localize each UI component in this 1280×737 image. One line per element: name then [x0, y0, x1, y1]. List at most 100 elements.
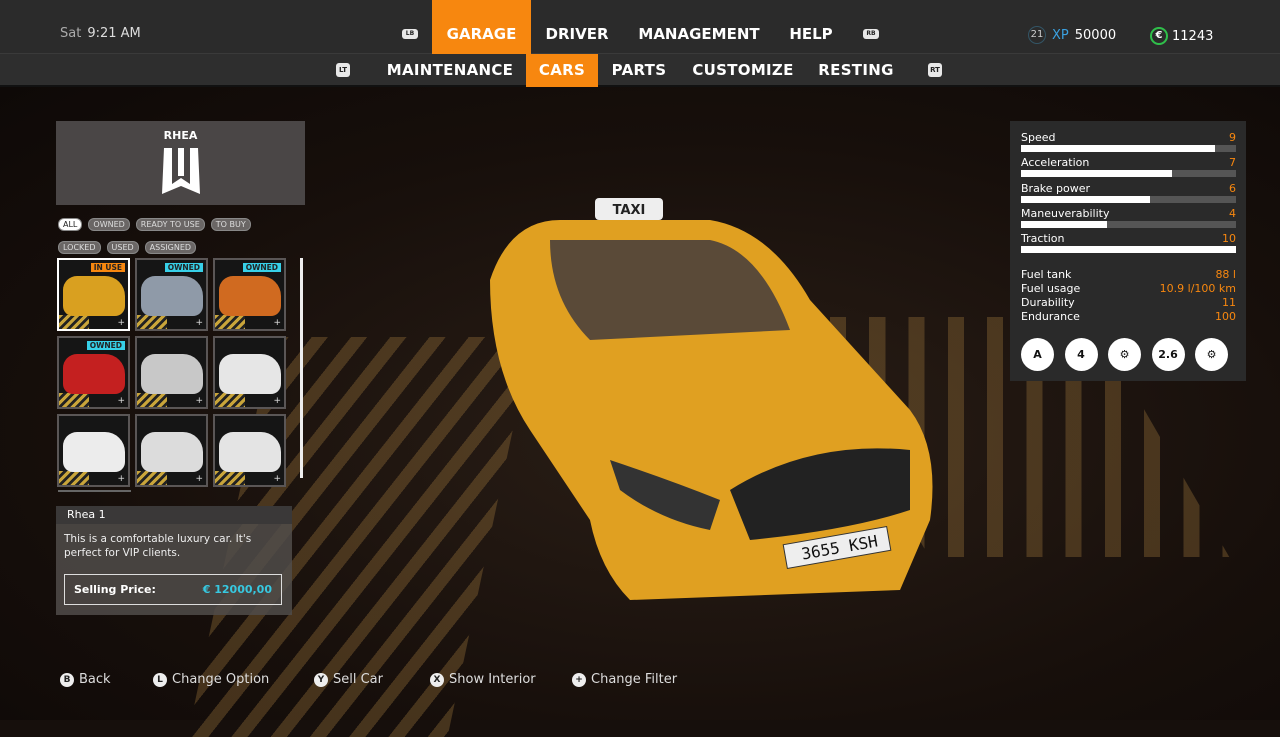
car-tile[interactable]: OWNED + [213, 258, 286, 331]
tab-driver[interactable]: DRIVER [538, 0, 616, 54]
filter-owned[interactable]: OWNED [88, 218, 130, 231]
stat-value: 6 [1229, 181, 1236, 195]
stat-value: 7 [1229, 156, 1236, 170]
floor-stripes [59, 393, 89, 407]
tab-help[interactable]: HELP [782, 0, 840, 54]
engine-icon: ⚙ [1195, 338, 1228, 371]
hint-label: Back [79, 672, 111, 687]
stat-traction: Traction 10 [1021, 232, 1236, 254]
tab-management[interactable]: MANAGEMENT [630, 0, 768, 54]
stat-brake-power: Brake power 6 [1021, 182, 1236, 203]
car-tile[interactable]: + [135, 336, 208, 409]
floor-stripes [59, 471, 89, 485]
b-button-icon: B [60, 672, 74, 687]
car-tile[interactable]: + [57, 414, 130, 487]
car-tile[interactable]: OWNED + [135, 258, 208, 331]
y-button-icon: Y [314, 672, 328, 687]
floor-stripes [215, 393, 245, 407]
car-tile[interactable]: IN USE + [57, 258, 130, 331]
floor-stripes [215, 471, 245, 485]
hint-label: Show Interior [449, 672, 536, 687]
hint-change-filter[interactable]: + Change Filter [572, 672, 677, 687]
subtab-maintenance[interactable]: MAINTENANCE [380, 54, 520, 87]
lt-button-icon[interactable]: LT [336, 63, 350, 77]
status-badge: OWNED [242, 263, 281, 272]
subtab-resting[interactable]: RESTING [812, 54, 900, 87]
spec-value: 10.9 l/100 km [1159, 282, 1236, 295]
subtab-parts[interactable]: PARTS [604, 54, 674, 87]
car-info-panel: Rhea 1 This is a comfortable luxury car.… [56, 506, 292, 615]
filter-used[interactable]: USED [106, 241, 139, 254]
rt-button-icon[interactable]: RT [928, 63, 942, 77]
stat-bar-fill [1021, 246, 1236, 254]
plus-icon: + [273, 474, 281, 484]
stat-value: 4 [1229, 206, 1236, 220]
floor-stripes [137, 315, 167, 329]
floor-stripes [137, 393, 167, 407]
floor-stripes [137, 471, 167, 485]
subtab-cars[interactable]: CARS [526, 54, 598, 87]
scrollbar[interactable] [300, 258, 303, 478]
hint-label: Change Option [172, 672, 270, 687]
plus-icon: + [117, 474, 125, 484]
car-description: This is a comfortable luxury car. It's p… [64, 533, 252, 559]
filter-ready-to-use[interactable]: READY TO USE [135, 218, 205, 231]
price-value: € 12000,00 [202, 583, 272, 596]
hint-back[interactable]: B Back [60, 672, 111, 687]
stat-bar [1021, 246, 1236, 254]
hint-show-interior[interactable]: X Show Interior [430, 672, 536, 687]
stats-panel: Speed 9 Acceleration 7 Brake power 6 Maneuvera… [1010, 121, 1246, 381]
spec-row: Endurance 100 [1021, 310, 1236, 324]
filter-all[interactable]: ALL [58, 218, 83, 231]
car-tile[interactable]: + [213, 336, 286, 409]
selling-price-box: Selling Price: € 12000,00 [64, 574, 282, 605]
car-3d-view[interactable]: TAXI 3655 KSH [470, 190, 950, 610]
car-thumbnail [63, 432, 125, 472]
automatic-transmission-icon: A [1021, 338, 1054, 371]
stat-bar [1021, 170, 1236, 178]
plus-icon: + [195, 396, 203, 406]
spec-value: 88 l [1215, 268, 1236, 281]
spec-row: Fuel tank 88 l [1021, 268, 1236, 282]
plus-icon: + [117, 318, 125, 328]
car-tile[interactable]: + [213, 414, 286, 487]
stat-label: Maneuverability [1021, 206, 1110, 220]
engine-power-icon: ⚙ [1108, 338, 1141, 371]
stat-label: Traction [1021, 232, 1065, 246]
price-label: Selling Price: [74, 583, 156, 596]
spec-row: Fuel usage 10.9 l/100 km [1021, 282, 1236, 296]
car-thumbnail [141, 354, 203, 394]
tab-garage[interactable]: GARAGE [432, 0, 531, 54]
car-tile[interactable]: + [135, 414, 208, 487]
hint-change-option[interactable]: L Change Option [153, 672, 269, 687]
car-grid: IN USE + OWNED + OWNED + OWNED + + + + + + [57, 258, 286, 487]
filter-to-buy[interactable]: TO BUY [210, 218, 251, 231]
plus-icon: + [273, 318, 281, 328]
car-name: Rhea 1 [56, 506, 292, 524]
grid-next-row-hint [58, 490, 131, 492]
euro-icon: € [1150, 27, 1168, 45]
floor-stripes [215, 315, 245, 329]
plus-icon: + [273, 396, 281, 406]
xp-value: 50000 [1074, 27, 1117, 43]
hint-sell-car[interactable]: Y Sell Car [314, 672, 383, 687]
stat-bar [1021, 220, 1236, 228]
stat-label: Acceleration [1021, 156, 1090, 170]
car-thumbnail [219, 432, 281, 472]
filter-locked[interactable]: LOCKED [58, 241, 101, 254]
stat-label: Speed [1021, 131, 1056, 144]
time: 9:21 AM [87, 26, 141, 41]
car-thumbnail [63, 354, 125, 394]
stat-label: Brake power [1021, 181, 1091, 195]
spec-label: Endurance [1021, 310, 1080, 323]
car-tile[interactable]: OWNED + [57, 336, 130, 409]
hint-label: Sell Car [333, 672, 383, 687]
lb-button-icon[interactable]: LB [402, 29, 418, 39]
xp-display: 21 XP 50000 [1028, 26, 1116, 44]
filter-assigned[interactable]: ASSIGNED [144, 241, 197, 254]
spec-label: Fuel tank [1021, 268, 1072, 281]
spec-row: Durability 11 [1021, 296, 1236, 310]
subtab-customize[interactable]: CUSTOMIZE [686, 54, 800, 87]
rb-button-icon[interactable]: RB [863, 29, 879, 39]
stat-bar-fill [1021, 220, 1107, 228]
